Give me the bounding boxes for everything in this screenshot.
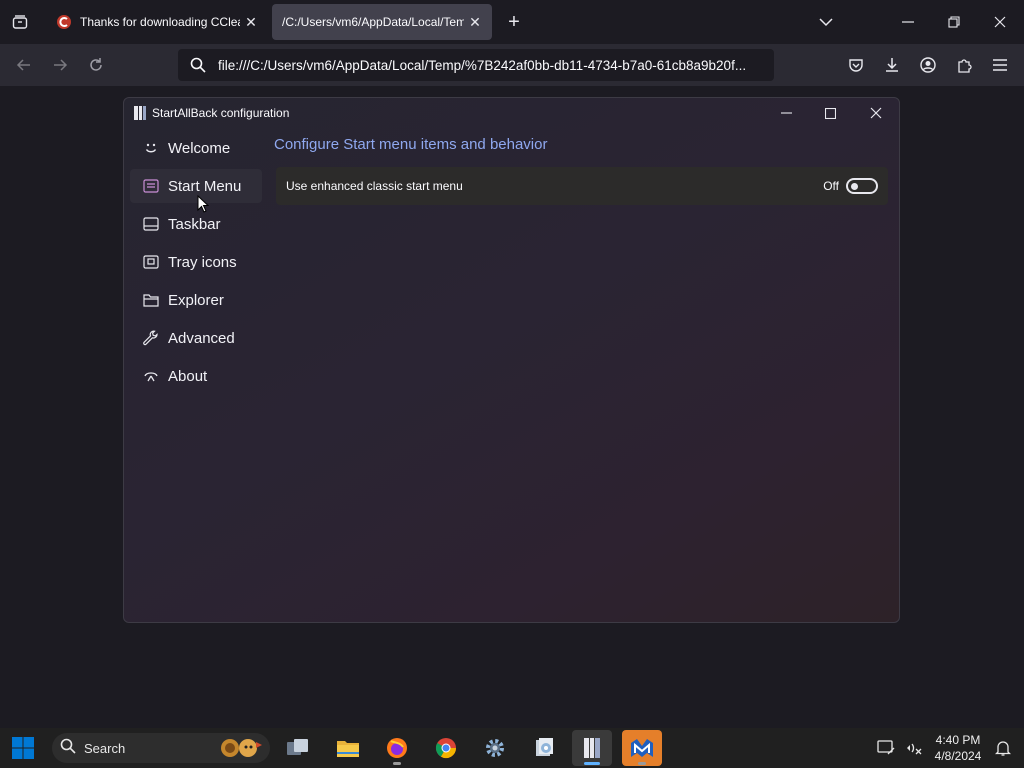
sidebar-item-welcome[interactable]: Welcome — [130, 131, 262, 165]
sidebar-item-tray-icons[interactable]: Tray icons — [130, 245, 262, 279]
settings-sidebar: Welcome Start Menu Taskbar Tray icons Ex… — [130, 131, 262, 397]
about-icon — [142, 367, 160, 385]
new-tab-icon[interactable]: + — [504, 12, 524, 32]
mouse-cursor-icon — [197, 194, 210, 213]
reload-icon[interactable] — [85, 54, 107, 76]
windows-start-icon[interactable] — [12, 737, 34, 759]
enhanced-start-menu-toggle[interactable] — [846, 178, 878, 194]
sidebar-item-start-menu[interactable]: Start Menu — [130, 169, 262, 203]
folder-icon — [142, 291, 160, 309]
sidebar-item-label: Explorer — [168, 291, 224, 309]
sidebar-item-explorer[interactable]: Explorer — [130, 283, 262, 317]
account-icon[interactable] — [917, 54, 939, 76]
close-tab-icon[interactable]: ✕ — [244, 14, 258, 31]
tablet-pen-icon[interactable] — [876, 738, 896, 758]
windows-taskbar: Search 4:40 PM 4/8/2024 — [0, 728, 1024, 768]
sidebar-item-taskbar[interactable]: Taskbar — [130, 207, 262, 241]
toggle-state-text: Off — [823, 179, 839, 193]
app-title: StartAllBack configuration — [152, 106, 290, 120]
list-all-tabs-icon[interactable] — [816, 12, 836, 32]
sidebar-item-about[interactable]: About — [130, 359, 262, 393]
sidebar-item-label: Tray icons — [168, 253, 237, 271]
page-heading: Configure Start menu items and behavior — [274, 136, 548, 153]
sidebar-item-label: Taskbar — [168, 215, 221, 233]
address-bar[interactable]: file:///C:/Users/vm6/AppData/Local/Temp/… — [178, 49, 774, 81]
settings-gear-icon[interactable] — [475, 730, 515, 766]
app-maximize-icon[interactable] — [820, 104, 840, 122]
notification-bell-icon[interactable] — [993, 738, 1013, 758]
extensions-icon[interactable] — [953, 54, 975, 76]
close-tab-icon[interactable]: ✕ — [468, 14, 482, 31]
ccleaner-favicon-icon — [56, 14, 72, 30]
wrench-icon — [142, 329, 160, 347]
search-highlight-illustration-icon — [216, 736, 264, 760]
installer-icon[interactable] — [524, 730, 564, 766]
browser-tab-bar: Thanks for downloading CCleaner ✕ /C:/Us… — [0, 0, 1024, 44]
taskbar-search-label: Search — [84, 740, 126, 756]
tab-label: /C:/Users/vm6/AppData/Local/Temp — [282, 15, 464, 29]
network-muted-icon[interactable] — [904, 738, 924, 758]
smile-icon — [142, 139, 160, 157]
tray-icon — [142, 253, 160, 271]
taskbar-clock[interactable]: 4:40 PM 4/8/2024 — [928, 732, 988, 764]
app-minimize-icon[interactable] — [776, 104, 796, 122]
startallback-window: StartAllBack configuration Welcome Start… — [123, 97, 900, 623]
taskbar-search-box[interactable]: Search — [52, 733, 270, 763]
firefox-icon[interactable] — [377, 730, 417, 766]
sidebar-item-label: Welcome — [168, 139, 231, 157]
sidebar-item-label: About — [168, 367, 208, 385]
startallback-taskbar-icon[interactable] — [572, 730, 612, 766]
startallback-logo-icon — [134, 106, 146, 120]
downloads-icon[interactable] — [881, 54, 903, 76]
chrome-icon[interactable] — [426, 730, 466, 766]
pocket-icon[interactable] — [845, 54, 867, 76]
tab-label: Thanks for downloading CCleaner — [80, 15, 240, 29]
restore-icon[interactable] — [944, 12, 964, 32]
setting-label: Use enhanced classic start menu — [286, 179, 463, 193]
app-close-icon[interactable] — [866, 104, 886, 122]
minimize-icon[interactable] — [898, 12, 918, 32]
back-icon[interactable] — [13, 54, 35, 76]
malwarebytes-icon[interactable] — [622, 730, 662, 766]
search-icon — [60, 738, 76, 759]
file-explorer-icon[interactable] — [328, 730, 368, 766]
browser-nav-bar: file:///C:/Users/vm6/AppData/Local/Temp/… — [0, 44, 1024, 86]
forward-icon[interactable] — [49, 54, 71, 76]
tab-ccleaner[interactable]: Thanks for downloading CCleaner ✕ — [46, 4, 268, 40]
close-window-icon[interactable] — [990, 12, 1010, 32]
start-menu-icon — [142, 177, 160, 195]
taskbar-icon — [142, 215, 160, 233]
tab-temp-folder[interactable]: /C:/Users/vm6/AppData/Local/Temp ✕ — [272, 4, 492, 40]
setting-enhanced-classic-start-menu[interactable]: Use enhanced classic start menu Off — [276, 167, 888, 205]
sidebar-item-label: Advanced — [168, 329, 235, 347]
tab-list-icon[interactable] — [8, 11, 32, 33]
sidebar-item-label: Start Menu — [168, 177, 242, 195]
search-icon — [178, 57, 218, 73]
app-titlebar[interactable]: StartAllBack configuration — [124, 98, 899, 128]
url-text[interactable]: file:///C:/Users/vm6/AppData/Local/Temp/… — [218, 58, 770, 73]
menu-icon[interactable] — [989, 54, 1011, 76]
clock-date: 4/8/2024 — [934, 749, 982, 763]
toggle-knob — [851, 183, 858, 190]
sidebar-item-advanced[interactable]: Advanced — [130, 321, 262, 355]
clock-time: 4:40 PM — [935, 733, 981, 747]
task-view-icon[interactable] — [278, 730, 318, 766]
